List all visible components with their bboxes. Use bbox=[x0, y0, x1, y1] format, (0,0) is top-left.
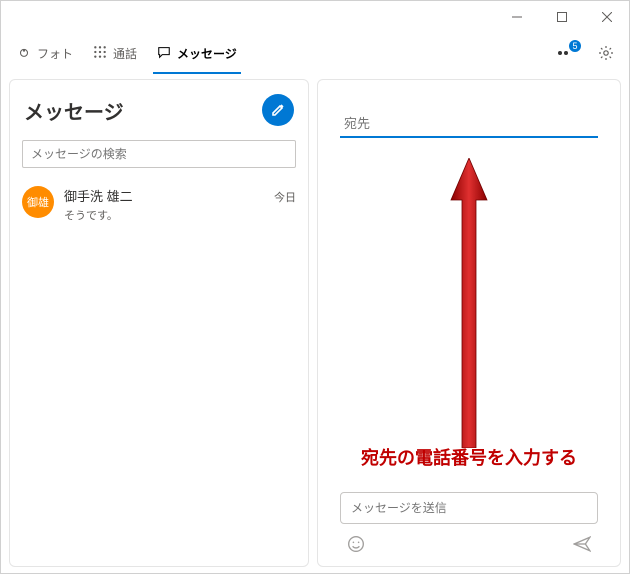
minimize-button[interactable] bbox=[494, 1, 539, 33]
tab-label: 通話 bbox=[113, 45, 137, 62]
gear-icon bbox=[598, 45, 614, 61]
search-input[interactable] bbox=[31, 147, 287, 161]
tab-call[interactable]: 通話 bbox=[89, 39, 141, 68]
annotation-text: 宛先の電話番号を入力する bbox=[318, 444, 620, 470]
dialpad-icon bbox=[93, 45, 107, 62]
conversation-time: 今日 bbox=[274, 189, 296, 205]
search-box[interactable] bbox=[22, 140, 296, 168]
photo-icon bbox=[17, 45, 31, 62]
conversation-list: 御雄 御手洗 雄二 今日 そうです。 bbox=[10, 178, 308, 566]
tab-photo[interactable]: フォト bbox=[13, 39, 77, 68]
recipient-field[interactable] bbox=[340, 110, 598, 138]
message-pane: 宛先の電話番号を入力する bbox=[317, 79, 621, 567]
message-input[interactable] bbox=[351, 501, 587, 515]
page-title: メッセージ bbox=[24, 96, 124, 125]
message-compose-box[interactable] bbox=[340, 492, 598, 524]
more-icon bbox=[564, 51, 568, 55]
send-button[interactable] bbox=[570, 532, 594, 556]
close-button[interactable] bbox=[584, 1, 629, 33]
conversation-preview: そうです。 bbox=[64, 207, 296, 223]
compose-icon bbox=[270, 102, 286, 118]
emoji-icon bbox=[347, 535, 365, 553]
tab-label: フォト bbox=[37, 45, 73, 62]
notification-count-badge: 5 bbox=[569, 40, 581, 52]
avatar: 御雄 bbox=[22, 186, 54, 218]
conversation-name: 御手洗 雄二 bbox=[64, 186, 133, 205]
left-header: メッセージ bbox=[10, 80, 308, 134]
conversation-body: 御手洗 雄二 今日 そうです。 bbox=[64, 186, 296, 223]
chat-icon bbox=[157, 45, 171, 62]
message-actions bbox=[318, 530, 620, 566]
maximize-button[interactable] bbox=[539, 1, 584, 33]
conversation-item[interactable]: 御雄 御手洗 雄二 今日 そうです。 bbox=[10, 178, 308, 231]
send-icon bbox=[573, 535, 591, 553]
compose-button[interactable] bbox=[262, 94, 294, 126]
notifications-button[interactable]: 5 bbox=[555, 42, 577, 64]
body: メッセージ 御雄 御手洗 雄二 今日 そうです。 bbox=[1, 73, 629, 573]
tab-label: メッセージ bbox=[177, 45, 237, 62]
message-area: 宛先の電話番号を入力する bbox=[318, 138, 620, 484]
settings-button[interactable] bbox=[595, 42, 617, 64]
tab-message[interactable]: メッセージ bbox=[153, 39, 241, 68]
recipient-input[interactable] bbox=[340, 110, 598, 136]
emoji-button[interactable] bbox=[344, 532, 368, 556]
top-nav: フォト 通話 メッセージ 5 bbox=[1, 33, 629, 73]
app-window: フォト 通話 メッセージ 5 メッセージ bbox=[0, 0, 630, 574]
annotation-arrow bbox=[449, 158, 489, 448]
titlebar bbox=[1, 1, 629, 33]
conversation-pane: メッセージ 御雄 御手洗 雄二 今日 そうです。 bbox=[9, 79, 309, 567]
